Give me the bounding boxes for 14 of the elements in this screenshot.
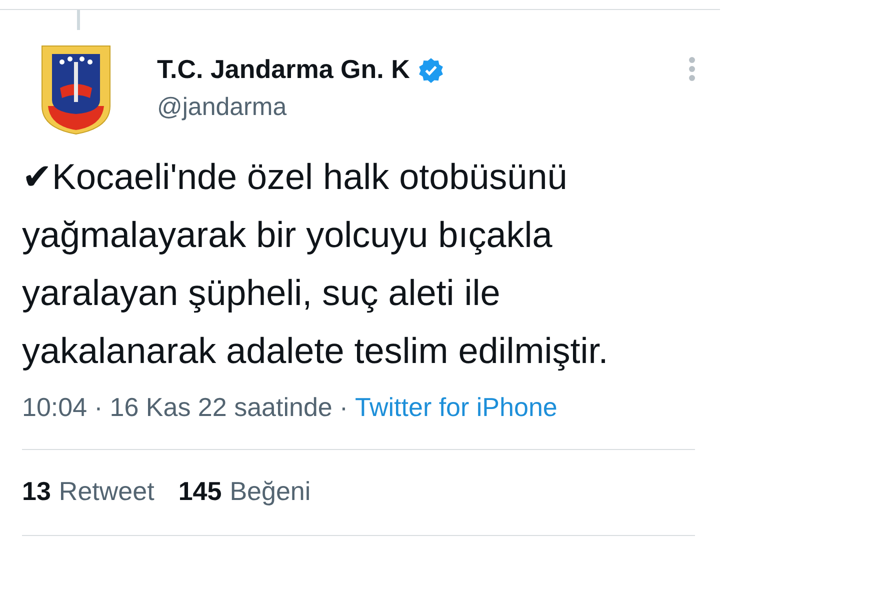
- separator-dot: ·: [94, 392, 103, 423]
- tweet-text: ✔Kocaeli'nde özel halk otobüsünü yağmalayarak bir yolcuyu bıçakla yaralayan şüpheli, suç aleti ile yakalanarak adalete teslim edilmiştir.: [22, 155, 610, 373]
- tweet-time[interactable]: 10:04: [22, 392, 88, 423]
- account-name[interactable]: T.C. Jandarma Gn. K: [157, 54, 410, 85]
- tweet-date[interactable]: 16 Kas 22 saatinde: [110, 392, 332, 423]
- stat-count[interactable]: 13: [22, 476, 51, 507]
- source-link[interactable]: Twitter for iPhone: [355, 392, 558, 423]
- stat-label[interactable]: Beğeni: [230, 476, 311, 507]
- more-options-icon[interactable]: [688, 56, 696, 82]
- emblem-icon: [40, 44, 112, 136]
- stat-label[interactable]: Retweet: [58, 476, 154, 507]
- account-handle[interactable]: @jandarma: [157, 93, 688, 122]
- separator-dot: ·: [339, 392, 348, 423]
- stat-count[interactable]: 145: [178, 476, 222, 507]
